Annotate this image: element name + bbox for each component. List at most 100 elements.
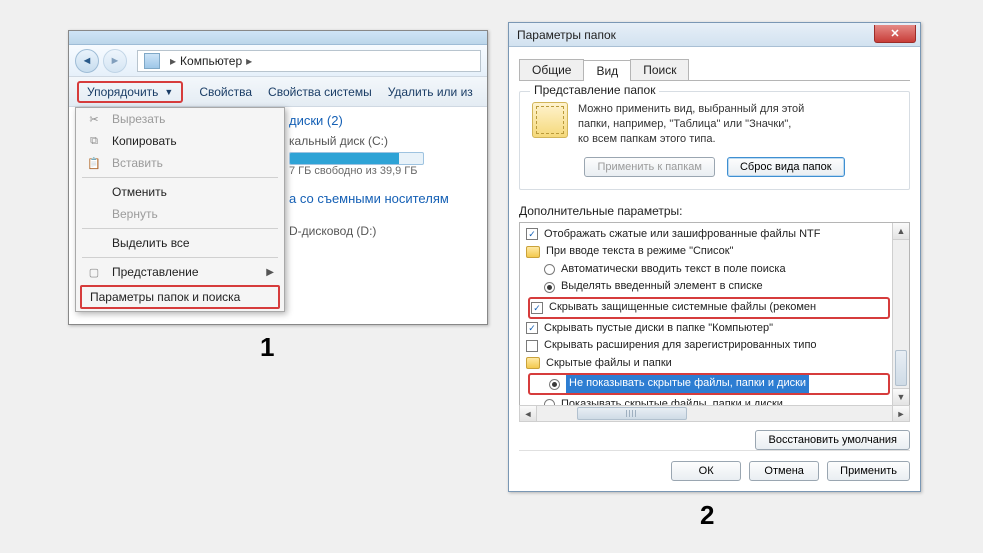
menu-redo[interactable]: Вернуть [76,203,284,225]
cut-icon: ✂ [86,113,102,126]
folder-options-dialog: Параметры папок ✕ Общие Вид Поиск Предст… [508,22,921,492]
drive-c-label: кальный диск (C:) [289,134,388,148]
tree-item-dont-show-hidden[interactable]: Не показывать скрытые файлы, папки и дис… [531,375,887,393]
scroll-left-icon[interactable]: ◄ [520,406,537,421]
checkbox-checked-icon[interactable]: ✓ [526,228,538,240]
menu-undo[interactable]: Отменить [76,181,284,203]
group-text: Можно применить вид, выбранный для этой … [578,102,804,147]
toolbar-uninstall[interactable]: Удалить или из [388,85,473,99]
toolbar-system-properties[interactable]: Свойства системы [268,85,372,99]
explorer-toolbar: Упорядочить ▼ Свойства Свойства системы … [69,77,487,107]
menu-layout[interactable]: ▢ Представление ▶ [76,261,284,283]
apply-to-folders-button[interactable]: Применить к папкам [584,157,715,177]
menu-label: Вставить [112,156,163,170]
breadcrumb[interactable]: ▸ Компьютер ▸ [137,50,481,72]
tree-item-hide-empty-drives[interactable]: ✓ Скрывать пустые диски в папке "Компьют… [526,320,892,338]
vertical-scrollbar[interactable]: ▲ ▼ [892,223,909,406]
chevron-down-icon: ▼ [164,87,173,97]
nav-forward-button[interactable]: ► [103,49,127,73]
menu-separator [82,257,278,258]
folder-icon [532,102,568,138]
horizontal-scrollbar[interactable]: ◄ ► [519,405,910,422]
radio-icon[interactable] [544,264,555,275]
tab-view[interactable]: Вид [583,60,631,81]
scroll-track[interactable] [893,240,909,349]
scroll-thumb[interactable] [895,350,907,386]
scroll-thumb[interactable] [577,407,687,420]
tree-label: Скрытые файлы и папки [546,355,672,373]
drive-c-free: 7 ГБ свободно из 39,9 ГБ [289,165,483,177]
checkbox-icon[interactable] [526,340,538,352]
scroll-right-icon[interactable]: ► [892,406,909,421]
organize-label: Упорядочить [87,85,158,99]
drive-c-row[interactable]: кальный диск (C:) [289,134,483,148]
drive-c-usage-bar [289,152,424,165]
tree-item-hide-protected[interactable]: ✓ Скрывать защищенные системные файлы (р… [531,299,887,317]
radio-selected-icon[interactable] [544,282,555,293]
organize-button[interactable]: Упорядочить ▼ [77,81,183,103]
checkbox-checked-icon[interactable]: ✓ [531,302,543,314]
tree-item-hide-extensions[interactable]: Скрывать расширения для зарегистрированн… [526,337,892,355]
breadcrumb-item[interactable]: Компьютер [180,54,242,68]
apply-button[interactable]: Применить [827,461,910,481]
tree-label: Не показывать скрытые файлы, папки и дис… [566,375,809,393]
scroll-up-icon[interactable]: ▲ [893,223,909,240]
cancel-button[interactable]: Отмена [749,461,819,481]
dialog-body: Общие Вид Поиск Представление папок Можн… [509,47,920,491]
highlight-hide-protected: ✓ Скрывать защищенные системные файлы (р… [528,297,890,319]
tree-label: Показывать скрытые файлы, папки и диски [561,396,783,406]
menu-cut[interactable]: ✂ Вырезать [76,108,284,130]
breadcrumb-sep: ▸ [246,54,252,68]
ok-button[interactable]: ОК [671,461,741,481]
explorer-content: диски (2) кальный диск (C:) 7 ГБ свободн… [289,109,483,238]
tab-search[interactable]: Поиск [630,59,689,80]
scroll-down-icon[interactable]: ▼ [893,388,909,405]
tree-item-show-encrypted[interactable]: ✓ Отображать сжатые или зашифрованные фа… [526,226,892,244]
computer-icon [144,53,160,69]
checkbox-checked-icon[interactable]: ✓ [526,322,538,334]
tree-item-show-hidden[interactable]: Показывать скрытые файлы, папки и диски [526,396,892,406]
tree-item-auto-type[interactable]: Автоматически вводить текст в поле поиск… [526,261,892,279]
copy-icon: ⧉ [86,135,102,148]
step-label-1: 1 [260,332,274,363]
menu-label: Параметры папок и поиска [90,290,240,304]
explorer-titlebar [69,31,487,45]
tree-label: Скрывать защищенные системные файлы (рек… [549,299,816,317]
section-removable: а со съемными носителям [289,191,483,206]
scroll-track[interactable] [537,406,892,421]
tree-item-select-typed[interactable]: Выделять введенный элемент в списке [526,278,892,296]
close-button[interactable]: ✕ [874,25,916,43]
restore-defaults-button[interactable]: Восстановить умолчания [755,430,910,450]
menu-separator [82,177,278,178]
step-label-2: 2 [700,500,714,531]
advanced-label: Дополнительные параметры: [519,204,910,218]
folder-view-group: Представление папок Можно применить вид,… [519,91,910,190]
reset-folders-button[interactable]: Сброс вида папок [727,157,845,177]
menu-label: Вырезать [112,112,165,126]
tree-group-typing: При вводе текста в режиме "Список" [526,243,892,261]
radio-selected-icon[interactable] [549,379,560,390]
menu-folder-options[interactable]: Параметры папок и поиска [80,285,280,309]
organize-menu: ✂ Вырезать ⧉ Копировать 📋 Вставить Отмен… [75,107,285,312]
nav-back-button[interactable]: ◄ [75,49,99,73]
folder-icon [526,246,540,258]
menu-copy[interactable]: ⧉ Копировать [76,130,284,152]
explorer-window: ◄ ► ▸ Компьютер ▸ Упорядочить ▼ Свойства… [68,30,488,325]
dvd-drive-row[interactable]: D-дисковод (D:) [289,224,483,238]
explorer-nav: ◄ ► ▸ Компьютер ▸ [69,45,487,77]
menu-label: Выделить все [112,236,190,250]
advanced-settings-box: ✓ Отображать сжатые или зашифрованные фа… [519,222,910,407]
menu-label: Отменить [112,185,167,199]
tabstrip: Общие Вид Поиск [519,59,910,81]
tree-label: Автоматически вводить текст в поле поиск… [561,261,786,279]
section-hard-disks: диски (2) [289,113,483,128]
tree-group-hidden-files: Скрытые файлы и папки [526,355,892,373]
toolbar-properties[interactable]: Свойства [199,85,252,99]
tab-general[interactable]: Общие [519,59,584,80]
menu-label: Копировать [112,134,177,148]
tree-label: Отображать сжатые или зашифрованные файл… [544,226,820,244]
advanced-tree[interactable]: ✓ Отображать сжатые или зашифрованные фа… [520,223,892,406]
dialog-title: Параметры папок [517,28,874,42]
menu-paste[interactable]: 📋 Вставить [76,152,284,174]
menu-select-all[interactable]: Выделить все [76,232,284,254]
